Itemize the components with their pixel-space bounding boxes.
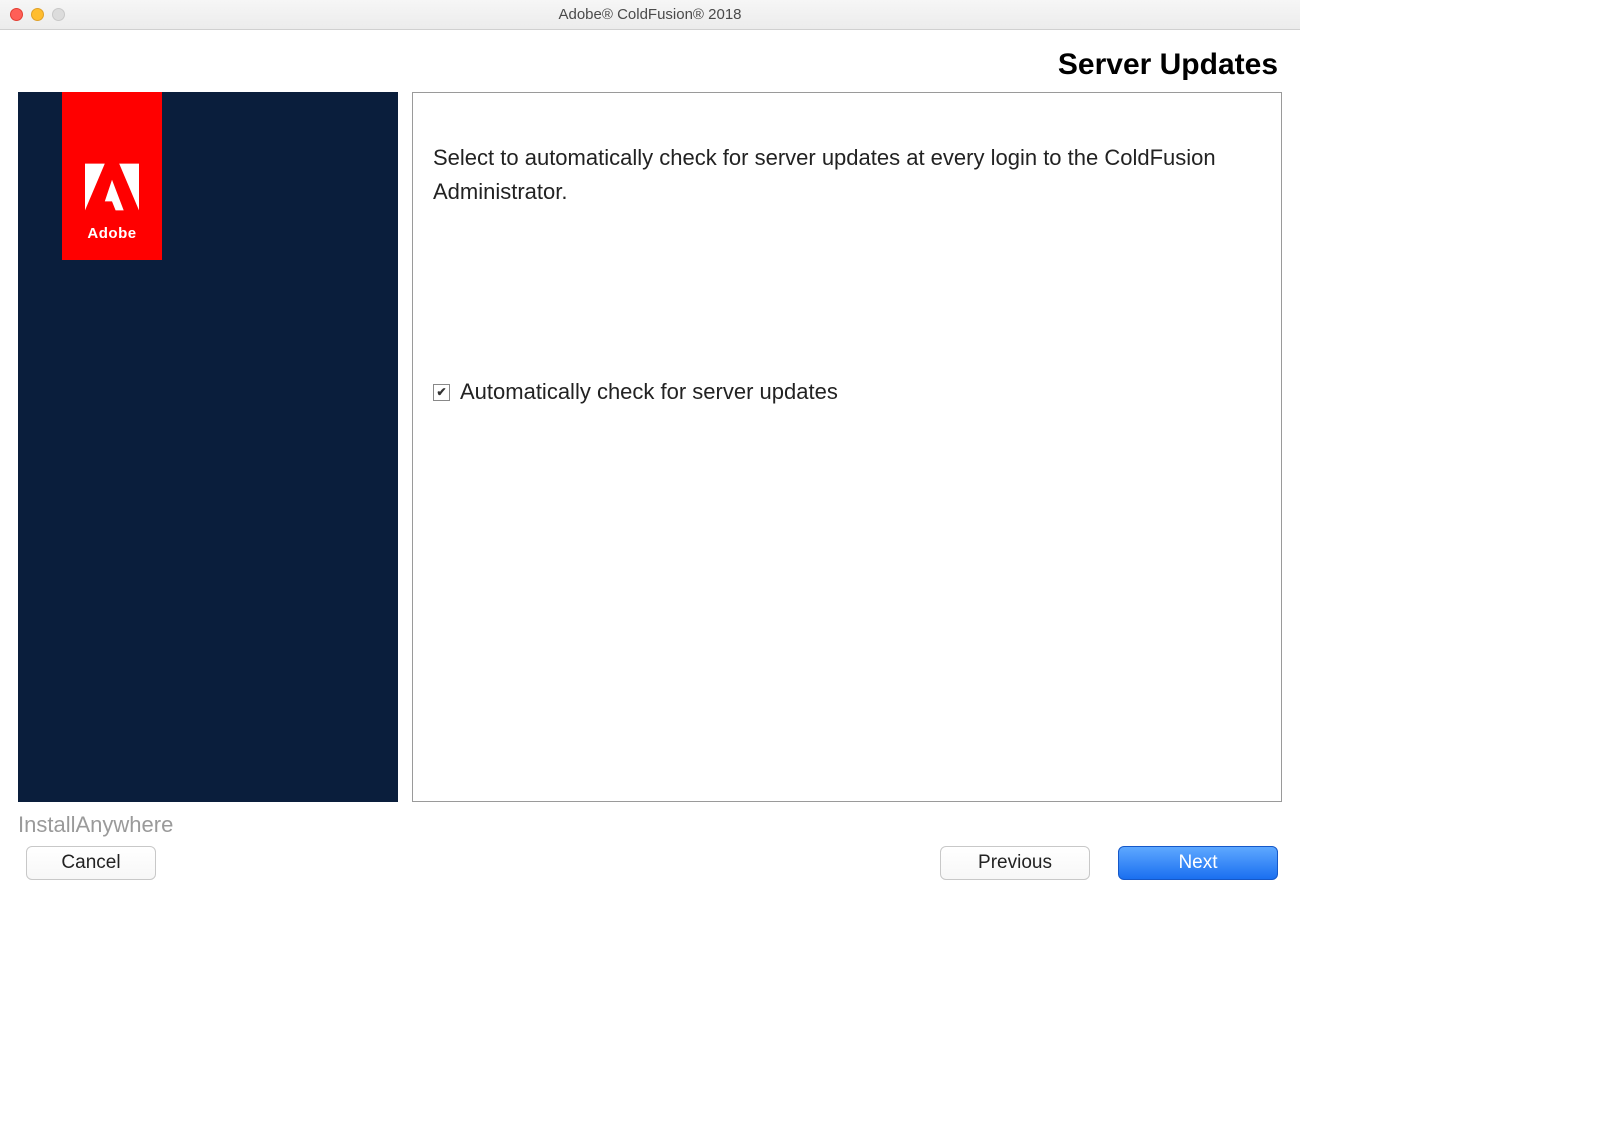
adobe-brand-tab: Adobe xyxy=(62,92,162,260)
maximize-window-button xyxy=(52,8,65,21)
close-window-button[interactable] xyxy=(10,8,23,21)
adobe-logo-icon xyxy=(85,163,139,211)
page-header: Server Updates xyxy=(0,30,1300,92)
button-row: Cancel Previous Next xyxy=(18,846,1278,880)
footer: InstallAnywhere Cancel Previous Next xyxy=(0,802,1300,880)
sidebar-brand-panel: Adobe xyxy=(18,92,398,802)
auto-check-updates-checkbox[interactable]: ✔ xyxy=(433,384,450,401)
content-panel: Select to automatically check for server… xyxy=(412,92,1282,802)
adobe-brand-text: Adobe xyxy=(87,225,136,242)
nav-button-group: Previous Next xyxy=(940,846,1278,880)
auto-check-updates-label: Automatically check for server updates xyxy=(460,379,838,405)
page-title: Server Updates xyxy=(22,48,1278,82)
window-titlebar: Adobe® ColdFusion® 2018 xyxy=(0,0,1300,30)
next-button[interactable]: Next xyxy=(1118,846,1278,880)
installer-brand-text: InstallAnywhere xyxy=(18,812,1278,838)
minimize-window-button[interactable] xyxy=(31,8,44,21)
cancel-button[interactable]: Cancel xyxy=(26,846,156,880)
auto-check-updates-row: ✔ Automatically check for server updates xyxy=(433,379,1253,405)
main-body: Adobe Select to automatically check for … xyxy=(0,92,1300,802)
window-title: Adobe® ColdFusion® 2018 xyxy=(558,6,741,23)
previous-button[interactable]: Previous xyxy=(940,846,1090,880)
window-controls xyxy=(10,8,65,21)
description-text: Select to automatically check for server… xyxy=(433,141,1253,209)
